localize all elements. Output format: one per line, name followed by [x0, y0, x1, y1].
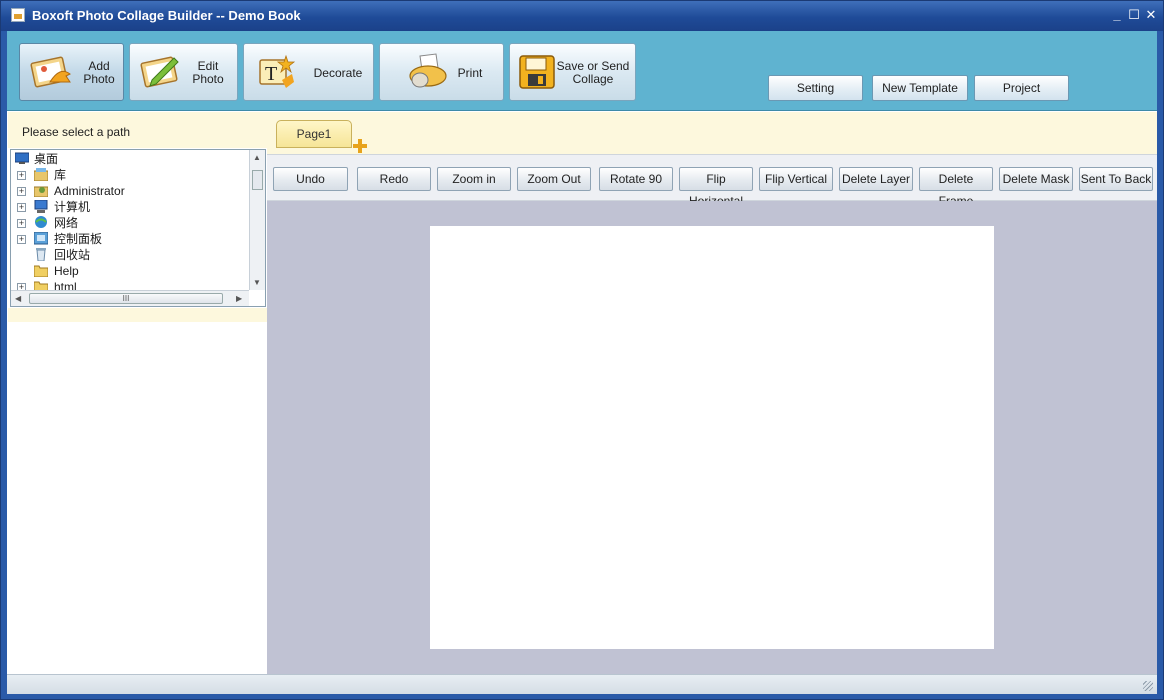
scroll-thumb[interactable]: III [29, 293, 223, 304]
collage-page[interactable] [430, 226, 994, 649]
tree-item-label: 桌面 [34, 152, 59, 166]
resize-grip-icon[interactable] [1143, 681, 1153, 691]
minimize-button[interactable]: _ [1109, 7, 1125, 23]
user-icon [34, 186, 48, 197]
zoom-in-button[interactable]: Zoom in [437, 167, 511, 191]
ribbon: Add Photo Edit Photo T Decorate Print Sa… [7, 31, 1157, 111]
delete-frame-button[interactable]: Delete Frame [919, 167, 993, 208]
tree-vertical-scrollbar[interactable]: ▲ ▼ [249, 150, 265, 290]
decorate-icon: T [259, 54, 296, 88]
project-button[interactable]: Project [974, 75, 1069, 101]
edit-photo-button[interactable]: Edit Photo [129, 43, 238, 101]
window-title: Boxoft Photo Collage Builder -- Demo Boo… [32, 8, 301, 23]
folder-icon [34, 265, 48, 277]
edit-toolbar: Undo Redo Zoom in Zoom Out Rotate 90 Fli… [267, 154, 1157, 208]
tree-item-network[interactable]: + 网络 [11, 215, 249, 231]
tree-expander[interactable]: + [17, 235, 26, 244]
recycle-bin-icon [36, 248, 46, 261]
scroll-right-arrow-icon[interactable]: ▶ [236, 294, 242, 303]
tree-expander[interactable]: + [17, 171, 26, 180]
scroll-down-arrow-icon[interactable]: ▼ [253, 278, 261, 287]
edit-photo-label-line2: Photo [192, 72, 224, 86]
tree-item-label: 网络 [54, 216, 79, 230]
add-photo-label-line2: Photo [83, 72, 115, 86]
app-icon [11, 8, 25, 22]
tree-item-label: 库 [54, 168, 67, 182]
scroll-thumb[interactable] [252, 170, 263, 190]
tree-item-label: 回收站 [54, 248, 91, 262]
path-prompt: Please select a path [22, 125, 131, 139]
tree-item-label: 计算机 [54, 200, 91, 214]
flip-horizontal-button[interactable]: Flip Horizontal [679, 167, 753, 208]
desktop-icon [15, 152, 29, 164]
zoom-out-button[interactable]: Zoom Out [517, 167, 591, 191]
undo-button[interactable]: Undo [273, 167, 348, 191]
edit-photo-icon [140, 56, 179, 88]
tree-item-desktop[interactable]: 桌面 [11, 151, 249, 167]
window-frame-left [1, 31, 7, 699]
tree-item-label: Help [54, 264, 79, 278]
rotate-90-button[interactable]: Rotate 90 [599, 167, 673, 191]
tree-item-label: Administrator [54, 184, 125, 198]
new-template-button[interactable]: New Template [872, 75, 968, 101]
computer-icon [34, 200, 48, 213]
tree-expander[interactable]: + [17, 187, 26, 196]
tree-item-administrator[interactable]: + Administrator [11, 183, 249, 199]
tree-item-label: 控制面板 [54, 232, 103, 246]
library-icon [34, 168, 48, 181]
scroll-up-arrow-icon[interactable]: ▲ [253, 153, 261, 162]
add-photo-icon [30, 56, 71, 88]
folder-tree[interactable]: 桌面 + 库 + Administrator + 计算机 + 网络 + 控制面板 [10, 149, 266, 307]
canvas-area[interactable] [267, 201, 1157, 674]
save-or-send-button[interactable]: Save or Send Collage [509, 43, 636, 101]
tree-expander[interactable]: + [17, 219, 26, 228]
add-page-icon[interactable] [353, 139, 367, 153]
close-button[interactable]: ✕ [1143, 7, 1159, 23]
sent-to-back-button[interactable]: Sent To Back [1079, 167, 1153, 191]
redo-button[interactable]: Redo [357, 167, 431, 191]
status-bar [7, 674, 1157, 694]
flip-vertical-button[interactable]: Flip Vertical [759, 167, 833, 191]
tree-item-computer[interactable]: + 计算机 [11, 199, 249, 215]
svg-text:T: T [265, 63, 277, 85]
print-icon [409, 53, 447, 88]
decorate-label: Decorate [313, 66, 363, 80]
page-tabs-bar: Page1 [267, 112, 1157, 154]
maximize-button[interactable]: ☐ [1126, 7, 1142, 23]
tree-item-library[interactable]: + 库 [11, 167, 249, 183]
save-label-line2: Collage [572, 72, 614, 86]
print-label: Print [457, 66, 483, 80]
window-frame-right [1157, 31, 1163, 699]
tab-page1[interactable]: Page1 [276, 120, 352, 148]
title-bar[interactable]: Boxoft Photo Collage Builder -- Demo Boo… [1, 1, 1163, 31]
path-panel-header: Please select a path [8, 112, 267, 148]
print-button[interactable]: Print [379, 43, 504, 101]
scroll-left-arrow-icon[interactable]: ◀ [15, 294, 21, 303]
tree-expander[interactable]: + [17, 203, 26, 212]
add-photo-button[interactable]: Add Photo [19, 43, 124, 101]
delete-layer-button[interactable]: Delete Layer [839, 167, 913, 191]
path-panel-footer [8, 308, 267, 322]
network-icon [35, 216, 47, 228]
tree-item-recycle-bin[interactable]: 回收站 [11, 247, 249, 263]
tree-horizontal-scrollbar[interactable]: ◀ III ▶ [11, 290, 249, 306]
thumbnail-pane[interactable] [8, 322, 267, 674]
control-panel-icon [34, 232, 48, 245]
tree-item-help[interactable]: Help [11, 263, 249, 279]
save-icon [519, 55, 555, 89]
app-window: Boxoft Photo Collage Builder -- Demo Boo… [0, 0, 1164, 700]
setting-button[interactable]: Setting [768, 75, 863, 101]
tree-item-control-panel[interactable]: + 控制面板 [11, 231, 249, 247]
decorate-button[interactable]: T Decorate [243, 43, 374, 101]
delete-mask-button[interactable]: Delete Mask [999, 167, 1073, 191]
window-frame-bottom [1, 694, 1163, 699]
